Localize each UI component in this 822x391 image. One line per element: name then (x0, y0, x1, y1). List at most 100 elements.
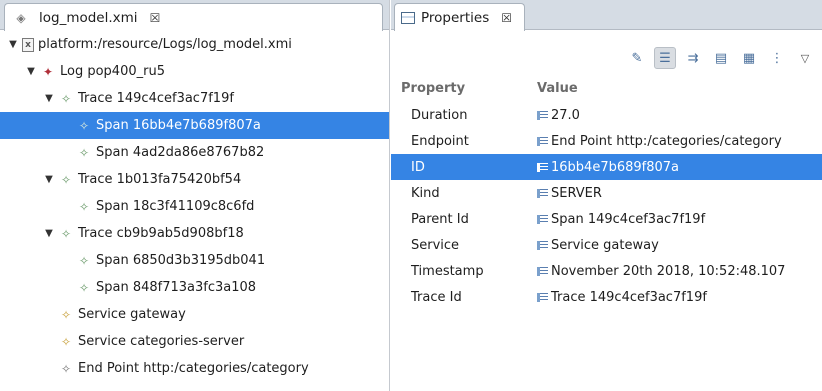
tree-node[interactable]: ▼ ✧ Trace 149c4cef3ac7f19f (0, 85, 389, 112)
tree-node[interactable]: ▼ x platform:/resource/Logs/log_model.xmi (0, 31, 389, 58)
span-icon: ✧ (78, 280, 90, 295)
view-menu-icon[interactable]: ▽ (794, 47, 816, 69)
tree-node[interactable]: ✧ Service categories-server (0, 328, 389, 355)
expand-toggle-icon[interactable]: ▼ (42, 174, 56, 185)
property-name: Kind (411, 185, 440, 201)
expand-toggle-icon[interactable]: ▼ (6, 39, 20, 50)
property-row[interactable]: Duration 27.0 (391, 102, 822, 128)
trace-icon: ✧ (60, 91, 72, 106)
new-item-icon[interactable]: ✎ (626, 47, 648, 69)
property-row[interactable]: Endpoint End Point http:/categories/categ… (391, 128, 822, 154)
span-icon: ✧ (78, 118, 90, 133)
tab-log-model[interactable]: ◈ log_model.xmi ☒ (4, 3, 383, 31)
tree-node-label: Trace 1b013fa75420bf54 (78, 172, 242, 187)
tree-node-label: End Point http:/categories/category (78, 361, 309, 376)
property-value: Span 149c4cef3ac7f19f (551, 211, 706, 227)
editor-tabbar: ◈ log_model.xmi ☒ (0, 0, 389, 31)
column-property: Property (401, 80, 466, 96)
property-value: SERVER (551, 185, 602, 201)
value-type-icon (537, 162, 548, 172)
tree-node-label: Log pop400_ru5 (60, 64, 165, 79)
tree-node[interactable]: ✧ Span 18c3f41109c8c6fd (0, 193, 389, 220)
show-advanced-icon[interactable]: ⋮ (766, 47, 788, 69)
expand-toggle-icon[interactable]: ▼ (42, 93, 56, 104)
filter-advanced-icon[interactable]: ⇉ (682, 47, 704, 69)
tree-node-label: Span 848f713a3fc3a108 (96, 280, 257, 295)
property-name: Trace Id (411, 289, 462, 305)
property-name: Endpoint (411, 133, 469, 149)
property-value: 27.0 (551, 107, 580, 123)
property-value-cell[interactable]: November 20th 2018, 10:52:48.107 (537, 264, 785, 279)
tab-label: log_model.xmi (39, 9, 138, 26)
property-value-cell[interactable]: 16bb4e7b689f807a (537, 160, 679, 175)
value-type-icon (537, 188, 548, 198)
tree-node[interactable]: ▼ ✧ Trace 1b013fa75420bf54 (0, 166, 389, 193)
tree-node[interactable]: ▼ ✧ Trace cb9b9ab5d908bf18 (0, 220, 389, 247)
tree-node-label: Trace 149c4cef3ac7f19f (78, 91, 234, 106)
value-type-icon (537, 240, 548, 250)
tree-node-label: platform:/resource/Logs/log_model.xmi (38, 37, 292, 52)
properties-toolbar: ✎ ☰ ⇉ ▤ ▦ ⋮ ▽ (626, 46, 822, 70)
property-value-cell[interactable]: End Point http:/categories/category (537, 134, 782, 149)
close-icon[interactable]: ☒ (501, 11, 512, 25)
property-value: End Point http:/categories/category (551, 133, 782, 149)
property-row[interactable]: Timestamp November 20th 2018, 10:52:48.10… (391, 258, 822, 284)
service-icon: ✧ (60, 334, 72, 349)
value-type-icon (537, 292, 548, 302)
property-value-cell[interactable]: 27.0 (537, 108, 580, 123)
tab-properties[interactable]: Properties ☒ (394, 3, 525, 31)
property-value: 16bb4e7b689f807a (551, 159, 680, 175)
service-icon: ✧ (60, 307, 72, 322)
property-value-cell[interactable]: Trace 149c4cef3ac7f19f (537, 290, 707, 305)
tree-node[interactable]: ▼ ✦ Log pop400_ru5 (0, 58, 389, 85)
endpoint-icon: ✧ (60, 361, 72, 376)
tree-node[interactable]: ✧ Service gateway (0, 301, 389, 328)
file-icon: x (22, 37, 34, 52)
properties-header: Property Value (391, 74, 822, 102)
property-row[interactable]: Kind SERVER (391, 180, 822, 206)
tree-node[interactable]: ✧ End Point http:/categories/category (0, 355, 389, 382)
property-value-cell[interactable]: Service gateway (537, 238, 659, 253)
model-editor: ◈ log_model.xmi ☒ ▼ x platform:/resource/L… (0, 0, 390, 391)
tree-node-label: Span 18c3f41109c8c6fd (96, 199, 255, 214)
properties-icon (401, 11, 415, 24)
property-value-cell[interactable]: Span 149c4cef3ac7f19f (537, 212, 705, 227)
trace-icon: ✧ (60, 226, 72, 241)
value-type-icon (537, 136, 548, 146)
value-type-icon (537, 214, 548, 224)
expand-toggle-icon[interactable]: ▼ (42, 228, 56, 239)
close-icon[interactable]: ☒ (150, 11, 161, 25)
tree-node-label: Service categories-server (78, 334, 245, 349)
pin-icon[interactable]: ▦ (738, 47, 760, 69)
tree-node[interactable]: ✧ Span 16bb4e7b689f807a (0, 112, 389, 139)
property-value-cell[interactable]: SERVER (537, 186, 602, 201)
property-name: Duration (411, 107, 468, 123)
model-file-icon: ◈ (16, 10, 26, 25)
column-value: Value (537, 80, 578, 96)
property-name: Timestamp (411, 263, 484, 279)
tree-node-label: Span 16bb4e7b689f807a (96, 118, 261, 133)
property-row[interactable]: ID 16bb4e7b689f807a (391, 154, 822, 180)
property-name: Service (411, 237, 460, 253)
tree-node[interactable]: ✧ Span 4ad2da86e8767b82 (0, 139, 389, 166)
show-categories-icon[interactable]: ☰ (654, 47, 676, 69)
tree-node[interactable]: ✧ Span 6850d3b3195db041 (0, 247, 389, 274)
property-value: Trace 149c4cef3ac7f19f (551, 289, 707, 305)
property-row[interactable]: Parent Id Span 149c4cef3ac7f19f (391, 206, 822, 232)
tree-node-label: Service gateway (78, 307, 186, 322)
model-tree: ▼ x platform:/resource/Logs/log_model.xmi ▼… (0, 31, 389, 391)
tree-node[interactable]: ✧ Span 848f713a3fc3a108 (0, 274, 389, 301)
expand-toggle-icon[interactable]: ▼ (24, 66, 38, 77)
log-icon: ✦ (42, 64, 54, 79)
property-name: Parent Id (411, 211, 469, 227)
property-value: November 20th 2018, 10:52:48.107 (551, 263, 786, 279)
tree-node-label: Span 6850d3b3195db041 (96, 253, 266, 268)
property-row[interactable]: Service Service gateway (391, 232, 822, 258)
properties-view: Properties ☒ ✎ ☰ ⇉ ▤ ▦ ⋮ ▽ Property Valu… (391, 0, 822, 391)
restore-default-icon[interactable]: ▤ (710, 47, 732, 69)
tree-node-label: Span 4ad2da86e8767b82 (96, 145, 265, 160)
property-row[interactable]: Trace Id Trace 149c4cef3ac7f19f (391, 284, 822, 310)
property-name: ID (411, 159, 425, 175)
value-type-icon (537, 266, 548, 276)
tree-node-label: Trace cb9b9ab5d908bf18 (78, 226, 244, 241)
